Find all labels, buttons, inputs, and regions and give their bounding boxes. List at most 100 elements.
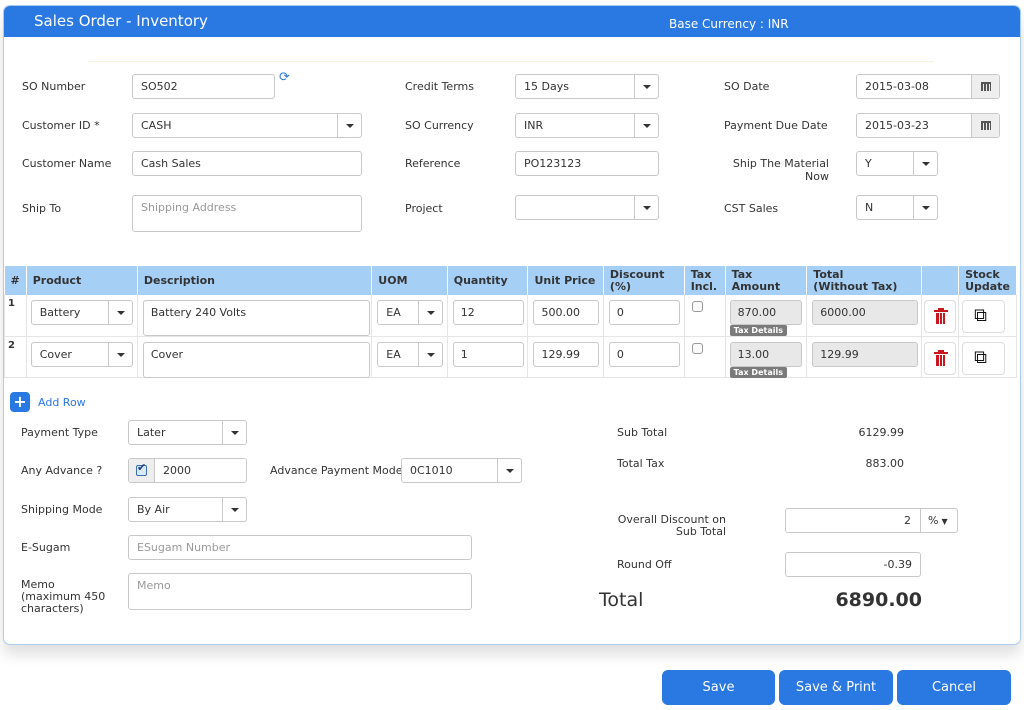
customer-name-input[interactable]: Cash Sales [132, 151, 362, 176]
so-date-value: 2015-03-08 [865, 80, 929, 93]
chevron-down-icon[interactable] [222, 421, 246, 444]
advance-payment-mode-label: Advance Payment Mode [270, 464, 403, 477]
unit-price-input[interactable]: 500.00 [533, 300, 600, 325]
base-currency-label: Base Currency : INR [669, 17, 789, 31]
cubes-icon: ⧉ [974, 346, 987, 368]
line-items-table: # Product Description UOM Quantity Unit … [4, 266, 1017, 378]
advance-payment-mode-select[interactable]: 0C1010 [401, 458, 522, 483]
total-tax-value: 883.00 [865, 457, 905, 470]
chevron-down-icon[interactable] [107, 301, 132, 324]
overall-discount-label: Overall Discount on Sub Total [604, 514, 726, 538]
table-row: 2 Cover Cover EA 1 129.99 0 13.00 Tax Det… [4, 336, 1017, 378]
product-select[interactable]: Cover [30, 341, 133, 367]
chevron-down-icon[interactable] [418, 342, 442, 366]
uom-select[interactable]: EA [377, 300, 444, 325]
delete-row-button[interactable] [924, 341, 957, 375]
cst-sales-select[interactable]: N [856, 195, 938, 220]
so-date-input[interactable]: 2015-03-08 [856, 74, 1000, 99]
so-currency-value: INR [524, 119, 544, 132]
credit-terms-label: Credit Terms [405, 80, 474, 93]
refresh-icon[interactable]: ⟳ [279, 70, 290, 85]
payment-type-select[interactable]: Later [128, 420, 247, 445]
chevron-down-icon[interactable] [222, 498, 246, 521]
round-off-label: Round Off [617, 558, 672, 571]
delete-row-button[interactable] [924, 300, 957, 333]
e-sugam-input[interactable]: ESugam Number [128, 535, 472, 560]
tax-details-button[interactable]: Tax Details [729, 325, 787, 336]
stock-update-button[interactable]: ⧉ [962, 341, 1006, 375]
col-discount-l1: Discount [609, 267, 665, 281]
col-total-l1: Total [813, 267, 844, 281]
chevron-down-icon[interactable] [418, 301, 442, 324]
reference-input[interactable]: PO123123 [515, 151, 659, 176]
cancel-button[interactable]: Cancel [897, 670, 1011, 705]
any-advance-checkbox-addon[interactable] [129, 459, 155, 482]
ship-material-now-value: Y [865, 157, 872, 170]
trash-icon [934, 308, 949, 324]
quantity-input[interactable]: 1 [452, 341, 524, 367]
col-tax-incl: Tax Incl. [684, 266, 726, 295]
tax-incl-checkbox[interactable] [691, 342, 703, 354]
discount-input[interactable]: 0 [608, 341, 680, 367]
credit-terms-select[interactable]: 15 Days [515, 74, 659, 99]
shipping-mode-select[interactable]: By Air [128, 497, 247, 522]
description-input[interactable]: Battery 240 Volts [142, 300, 370, 336]
col-discount: Discount (%) [603, 266, 685, 295]
calendar-button[interactable] [971, 75, 999, 98]
ship-material-now-select[interactable]: Y [856, 151, 938, 176]
unit-price-input[interactable]: 129.99 [533, 341, 600, 367]
tax-details-button[interactable]: Tax Details [729, 366, 787, 378]
cst-sales-value: N [865, 201, 874, 214]
any-advance-checkbox[interactable] [136, 461, 147, 476]
ship-to-label: Ship To [22, 202, 62, 215]
total-field: 129.99 [812, 341, 919, 367]
chevron-down-icon[interactable] [913, 196, 937, 219]
advance-amount-input[interactable]: 2000 [128, 458, 247, 483]
save-button[interactable]: Save [662, 670, 775, 705]
save-print-button[interactable]: Save & Print [779, 670, 893, 705]
memo-label: Memo (maximum 450 characters) [21, 579, 105, 615]
discount-input[interactable]: 0 [608, 300, 680, 325]
col-quantity: Quantity [447, 266, 529, 295]
shipping-mode-label: Shipping Mode [21, 503, 103, 516]
round-off-input[interactable]: -0.39 [785, 552, 921, 577]
payment-due-date-input[interactable]: 2015-03-23 [856, 113, 1000, 138]
col-total: Total (Without Tax) [806, 266, 923, 295]
customer-id-label: Customer ID * [22, 119, 100, 132]
chevron-down-icon[interactable] [107, 342, 132, 366]
chevron-down-icon[interactable] [634, 75, 658, 98]
product-select[interactable]: Battery [30, 300, 133, 325]
tax-incl-checkbox[interactable] [691, 301, 703, 312]
table-row: 1 Battery Battery 240 Volts EA 12 500.00… [4, 295, 1017, 337]
add-row-link[interactable]: Add Row [38, 396, 86, 409]
col-stock-l2: Update [965, 279, 1010, 293]
so-number-label: SO Number [22, 80, 86, 93]
col-total-l2: (Without Tax) [813, 279, 898, 293]
overall-discount-input[interactable]: 2 % ▼ [785, 508, 958, 533]
ship-to-textarea[interactable]: Shipping Address [132, 195, 362, 232]
so-number-input[interactable]: SO502 [132, 74, 275, 99]
discount-unit-dropdown[interactable]: % ▼ [920, 509, 957, 532]
plus-icon: + [13, 392, 27, 411]
quantity-input[interactable]: 12 [452, 300, 524, 325]
project-select[interactable] [515, 195, 659, 220]
chevron-down-icon[interactable] [497, 459, 521, 482]
chevron-down-icon[interactable] [337, 114, 361, 137]
chevron-down-icon[interactable] [913, 152, 937, 175]
memo-textarea[interactable]: Memo [128, 573, 472, 610]
calendar-icon [981, 82, 991, 91]
chevron-down-icon[interactable] [634, 196, 658, 219]
description-input[interactable]: Cover [142, 341, 370, 378]
chevron-down-icon[interactable] [634, 114, 658, 137]
so-currency-label: SO Currency [405, 119, 474, 132]
uom-select[interactable]: EA [377, 341, 444, 367]
calendar-button[interactable] [971, 114, 999, 137]
col-discount-l2: (%) [609, 279, 631, 293]
so-currency-select[interactable]: INR [515, 113, 659, 138]
add-row-button[interactable]: + [10, 392, 30, 412]
stock-update-button[interactable]: ⧉ [962, 300, 1006, 333]
col-tax-amount-l1: Tax [731, 267, 753, 281]
tax-amount-field: 870.00 [729, 300, 802, 325]
divider [89, 61, 934, 62]
customer-id-select[interactable]: CASH [132, 113, 362, 138]
